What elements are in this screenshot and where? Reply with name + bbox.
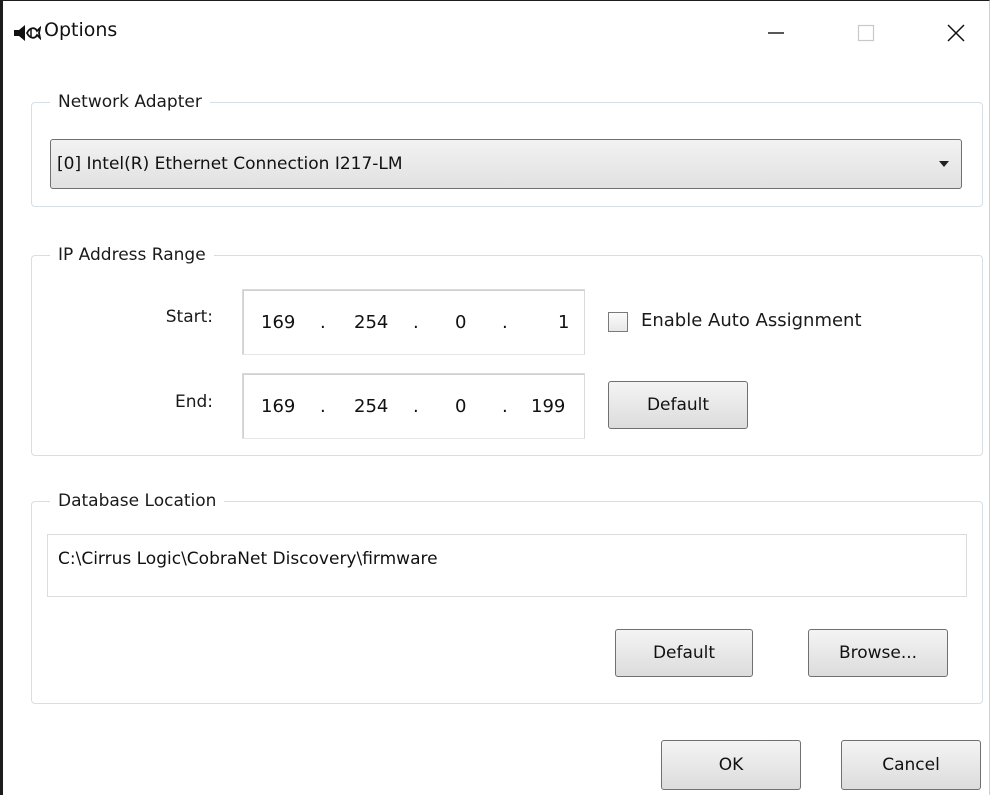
end-ip-octet-3[interactable]: 0 [455,396,466,417]
start-ip-octet-3[interactable]: 0 [455,312,466,333]
ip-default-button[interactable]: Default [608,381,748,429]
start-label: Start: [165,307,213,327]
end-ip-octet-1[interactable]: 169 [261,396,295,417]
close-icon [947,24,965,42]
auto-assignment-checkbox[interactable] [608,312,628,332]
start-ip-dot: . [320,312,326,333]
start-ip-dot: . [413,312,419,333]
auto-assignment-label[interactable]: Enable Auto Assignment [641,310,862,331]
end-ip-dot: . [320,396,326,417]
network-adapter-value: [0] Intel(R) Ethernet Connection I217-LM [57,154,403,174]
close-button[interactable] [927,11,985,55]
start-ip-octet-2[interactable]: 254 [354,312,388,333]
start-ip-dot: . [502,312,508,333]
ip-range-legend: IP Address Range [50,242,214,268]
maximize-button[interactable] [837,11,895,55]
minimize-icon [768,32,784,34]
speaker-fish-icon [14,25,41,41]
browse-button[interactable]: Browse... [808,629,948,677]
dropdown-arrow-icon [939,161,949,167]
network-adapter-select[interactable]: [0] Intel(R) Ethernet Connection I217-LM [50,139,962,189]
title-bar[interactable]: Options [3,1,989,63]
end-ip-dot: . [502,396,508,417]
options-dialog: Options Network Adapter [0] Intel(R) Eth… [0,0,990,795]
database-path-value: C:\Cirrus Logic\CobraNet Discovery\firmw… [58,549,438,569]
minimize-button[interactable] [747,11,805,55]
start-ip-octet-1[interactable]: 169 [261,312,295,333]
end-label: End: [174,392,213,412]
cancel-button[interactable]: Cancel [841,740,981,790]
network-adapter-legend: Network Adapter [50,89,210,115]
database-default-button[interactable]: Default [615,629,753,677]
window-title: Options [44,19,118,41]
ok-button[interactable]: OK [661,740,801,790]
end-ip-dot: . [413,396,419,417]
start-ip-input[interactable]: 169 . 254 . 0 . 1 [242,289,585,355]
database-location-legend: Database Location [50,488,225,514]
database-path-input[interactable]: C:\Cirrus Logic\CobraNet Discovery\firmw… [47,534,967,597]
end-ip-octet-4[interactable]: 199 [531,396,565,417]
start-ip-octet-4[interactable]: 1 [558,312,569,333]
end-ip-octet-2[interactable]: 254 [354,396,388,417]
end-ip-input[interactable]: 169 . 254 . 0 . 199 [242,373,585,439]
maximize-icon [857,24,875,42]
